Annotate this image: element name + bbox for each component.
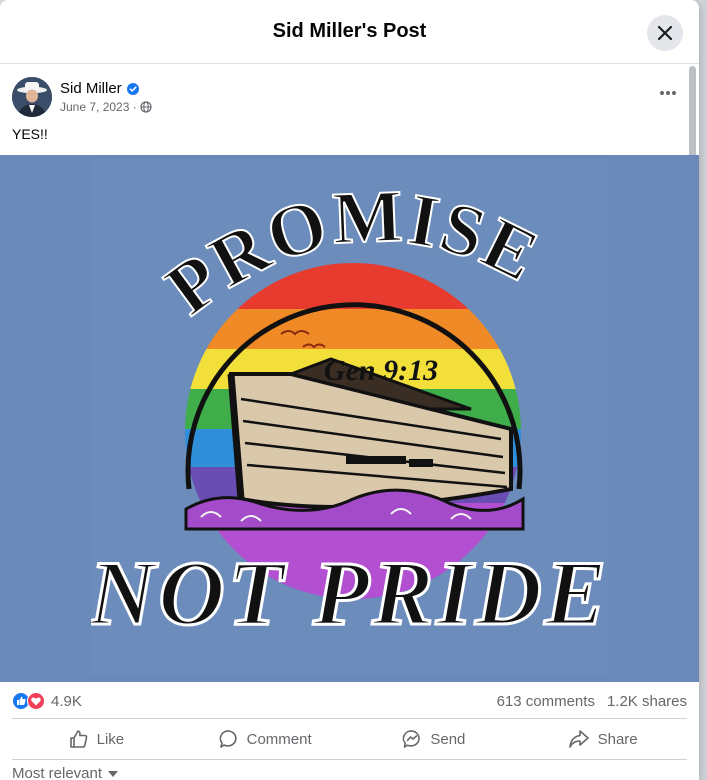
share-button[interactable]: Share [518,722,687,756]
action-bar: Like Comment Send Share [12,722,687,756]
more-options-button[interactable] [657,84,679,102]
close-button[interactable] [647,15,683,51]
like-label: Like [96,730,125,748]
send-button[interactable]: Send [350,722,519,756]
engagement-stats: 613 comments 1.2K shares [497,693,687,710]
caret-down-icon [108,770,119,777]
like-icon [69,730,87,748]
love-reaction-icon [27,692,45,710]
divider [12,718,687,719]
comment-button[interactable]: Comment [181,722,350,756]
promise-not-pride-graphic: Gen 9:13 PROMISE NOT PRIDE [86,174,608,645]
verse-reference: Gen 9:13 [324,354,438,387]
send-label: Send [430,730,466,748]
more-options-icon [660,91,676,95]
post-author-row: Sid Miller June 7, 2023 · [12,76,152,118]
post-image[interactable]: Gen 9:13 PROMISE NOT PRIDE [0,155,699,682]
share-icon [568,730,589,748]
close-icon [657,25,673,41]
divider [12,759,687,760]
image-card: Gen 9:13 PROMISE NOT PRIDE [86,159,608,675]
post-date-line: June 7, 2023 · [60,100,152,114]
post-date[interactable]: June 7, 2023 · [60,100,137,114]
verified-badge-icon [126,82,139,95]
messenger-icon [403,730,421,748]
modal-header: Sid Miller's Post [0,0,699,64]
comment-label: Comment [246,730,312,748]
comments-count[interactable]: 613 comments [497,693,595,710]
modal-title: Sid Miller's Post [272,20,427,42]
comment-icon [219,730,237,748]
reactions-row: 4.9K 613 comments 1.2K shares [12,690,687,712]
author-name[interactable]: Sid Miller [60,80,122,97]
reaction-count[interactable]: 4.9K [51,693,82,710]
sort-label: Most relevant [12,765,103,780]
avatar[interactable] [12,77,52,117]
avatar-image [12,77,52,117]
like-button[interactable]: Like [12,722,181,756]
globe-icon [140,101,152,113]
shares-count[interactable]: 1.2K shares [607,693,687,710]
author-meta: Sid Miller June 7, 2023 · [60,80,152,114]
author-name-line: Sid Miller [60,80,152,97]
post-text: YES!! [12,126,48,142]
comment-sort-dropdown[interactable]: Most relevant [12,765,119,780]
bottom-text: NOT PRIDE [91,542,608,644]
share-label: Share [597,730,638,748]
post-modal: Sid Miller's Post Sid Miller June 7, 202… [0,0,699,780]
reaction-icons[interactable] [12,692,45,710]
